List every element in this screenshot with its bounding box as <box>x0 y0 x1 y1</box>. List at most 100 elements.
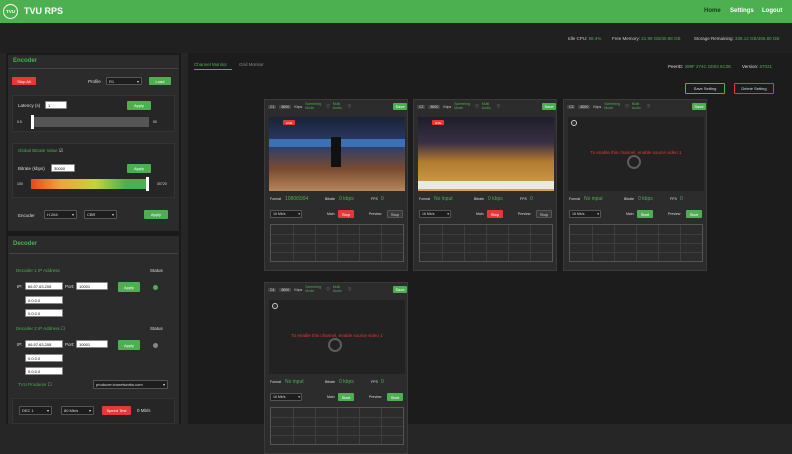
codec-select[interactable]: H.264 ▾ <box>44 210 77 219</box>
decoder2-ip3-input[interactable]: 0.0.0.0 <box>25 367 63 375</box>
info-icon[interactable]: ⓘ <box>625 104 629 109</box>
latency-slider-handle[interactable] <box>31 115 34 129</box>
dec-select[interactable]: DEC 1 ▾ <box>19 406 52 415</box>
bitrate-slider[interactable] <box>31 179 149 189</box>
video-preview[interactable] <box>418 117 554 191</box>
info-icon[interactable]: ⓘ <box>348 104 352 109</box>
screening-mode-label[interactable]: Screening Mode <box>454 102 472 110</box>
info-icon[interactable]: i <box>272 303 278 309</box>
bitrate-badge[interactable]: 8000 <box>578 104 591 109</box>
decoder2-port-input[interactable]: 10001 <box>76 340 108 348</box>
info-icon[interactable]: i <box>571 120 577 126</box>
main-label: Main <box>327 395 335 399</box>
screening-mode-label[interactable]: Screening Mode <box>305 102 323 110</box>
channel-panel: C3 8000 Kbps Screening Mode ⓘ Multi Audi… <box>563 99 707 271</box>
decoder1-ip-input[interactable]: 66.57.63.208 <box>25 282 63 290</box>
channel-speed-select[interactable]: 16 Mb/s ▾ <box>419 210 451 218</box>
channel-save-button[interactable]: Save <box>542 103 556 110</box>
decoder1-ip2-input[interactable]: 0.0.0.0 <box>25 296 63 304</box>
bitrate-badge[interactable]: 8000 <box>428 104 441 109</box>
tab-channel-monitor[interactable]: Channel Monitor <box>194 62 227 67</box>
top-bar <box>0 0 792 23</box>
decoder2-apply-button[interactable]: Apply <box>118 340 140 350</box>
channel-id-badge: C2 <box>417 104 426 109</box>
speed-test-result: 0 Mb/s <box>137 408 151 413</box>
chart-gridline <box>420 252 552 253</box>
decoder1-apply-button[interactable]: Apply <box>118 282 140 292</box>
active-tab-underline <box>194 69 232 70</box>
producer-select[interactable]: producer.tvunetworks.com ▾ <box>93 380 168 389</box>
tvu-logo[interactable]: TVU <box>3 4 18 19</box>
info-icon[interactable]: ⓘ <box>647 104 651 109</box>
live-badge: LIVE <box>283 120 295 125</box>
channel-save-button[interactable]: Save <box>692 103 706 110</box>
fps-value: 0 <box>680 196 683 202</box>
fps-label: FPS <box>520 197 527 201</box>
preview-toggle-button[interactable]: Start <box>686 210 702 218</box>
channel-panel: C1 8000 Kbps Screening Mode ⓘ Multi Audi… <box>264 99 408 271</box>
decoder2-ip-input[interactable]: 66.57.63.208 <box>25 340 63 348</box>
screening-mode-label[interactable]: Screening Mode <box>604 102 622 110</box>
save-setting-button[interactable]: Save Setting <box>685 83 725 94</box>
bitrate-min: 100 <box>17 182 23 186</box>
decoder1-ip3-input[interactable]: 0.0.0.0 <box>25 309 63 317</box>
nav-logout[interactable]: Logout <box>762 8 782 14</box>
info-icon[interactable]: ⓘ <box>326 104 330 109</box>
bitrate-apply-button[interactable]: Apply <box>127 164 151 173</box>
channel-save-button[interactable]: Save <box>393 286 407 293</box>
decoder2-ip2-input[interactable]: 0.0.0.0 <box>25 354 63 362</box>
info-icon[interactable]: ⓘ <box>326 287 330 292</box>
bitrate-slider-handle[interactable] <box>146 177 150 191</box>
decoder1-port-label: Port: <box>65 284 75 289</box>
main-toggle-button[interactable]: Start <box>338 393 354 401</box>
multi-audio-label[interactable]: Multi Audio <box>333 102 345 110</box>
latency-min: 0.5 <box>17 120 22 124</box>
preview-toggle-button[interactable]: Stop <box>387 210 403 218</box>
bitrate-badge[interactable]: 8000 <box>279 287 292 292</box>
chart-gridline <box>570 243 702 244</box>
preview-toggle-button[interactable]: Start <box>387 393 403 401</box>
latency-input[interactable]: 1 <box>45 101 67 109</box>
latency-apply-button[interactable]: Apply <box>127 101 151 110</box>
bitrate-badge[interactable]: 8000 <box>279 104 292 109</box>
cpu-stat: Idle CPU: 98.4% <box>568 36 602 41</box>
delete-setting-button[interactable]: Delete Setting <box>734 83 774 94</box>
preview-label: Preview <box>369 212 382 216</box>
preview-label: Preview <box>518 212 531 216</box>
profile-select[interactable]: R1 ▾ <box>106 77 142 85</box>
speed-test-button[interactable]: Speed Test <box>102 406 131 415</box>
memory-stat: Free Memory: 21.99 GB/30.88 GB <box>612 36 681 41</box>
speed-select[interactable]: 80 Mb/s ▾ <box>61 406 94 415</box>
screening-mode-label[interactable]: Screening Mode <box>305 285 323 293</box>
latency-slider[interactable] <box>31 117 149 127</box>
tab-grid-monitor[interactable]: Grid Monitor <box>239 62 264 67</box>
multi-audio-label[interactable]: Multi Audio <box>333 285 345 293</box>
nav-home[interactable]: Home <box>704 8 721 14</box>
multi-audio-label[interactable]: Multi Audio <box>632 102 644 110</box>
main-toggle-button[interactable]: Start <box>637 210 653 218</box>
load-button[interactable]: Load <box>149 77 171 85</box>
info-icon[interactable]: ⓘ <box>475 104 479 109</box>
info-icon[interactable]: ⓘ <box>497 104 501 109</box>
video-preview[interactable] <box>269 117 405 191</box>
info-icon[interactable]: ⓘ <box>348 287 352 292</box>
preview-toggle-button[interactable]: Stop <box>536 210 552 218</box>
chart-gridline <box>271 435 403 436</box>
channel-speed-select[interactable]: 16 Mb/s ▾ <box>270 210 302 218</box>
multi-audio-label[interactable]: Multi Audio <box>482 102 494 110</box>
encoder-apply-button[interactable]: Apply <box>144 210 168 219</box>
latency-label: Latency (s) <box>18 103 41 108</box>
bitrate-input[interactable]: 30000 <box>51 164 75 172</box>
bitrate-label: Bitrate <box>624 197 635 201</box>
decoder-title: Decoder <box>13 241 38 247</box>
channel-speed-select[interactable]: 16 Mb/s ▾ <box>569 210 601 218</box>
channel-speed-select[interactable]: 16 Mb/s ▾ <box>270 393 302 401</box>
decoder1-port-input[interactable]: 10001 <box>76 282 108 290</box>
main-toggle-button[interactable]: Stop <box>487 210 503 218</box>
rate-mode-select[interactable]: CBR ▾ <box>84 210 117 219</box>
bitrate-max: 30720 <box>157 182 167 186</box>
nav-settings[interactable]: Settings <box>730 8 754 14</box>
main-toggle-button[interactable]: Stop <box>338 210 354 218</box>
channel-save-button[interactable]: Save <box>393 103 407 110</box>
stop-all-button[interactable]: Stop All <box>12 77 36 85</box>
